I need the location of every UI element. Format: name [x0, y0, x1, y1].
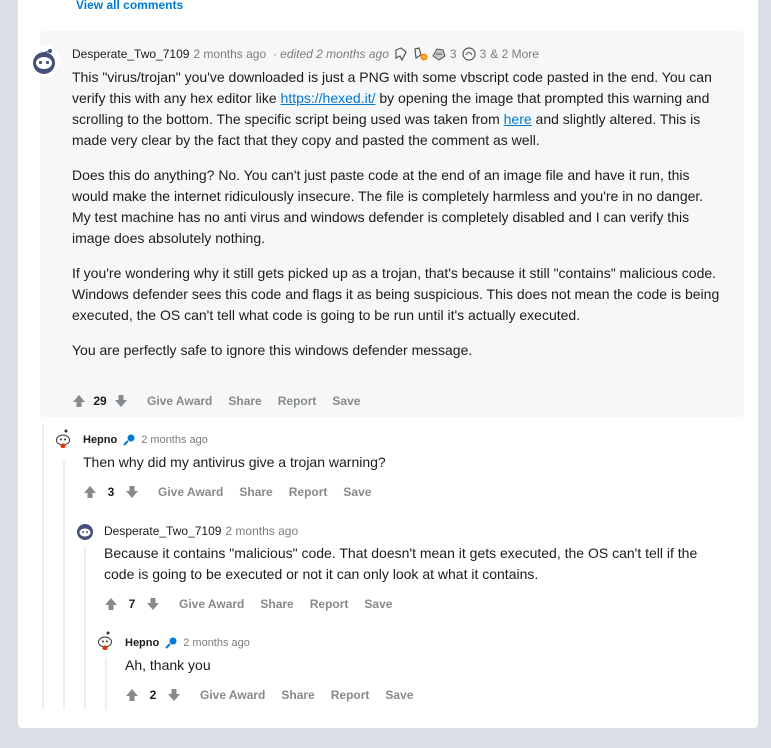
- comment-paragraph: This "virus/trojan" you've downloaded is…: [72, 67, 720, 151]
- vote-score: 3: [107, 485, 115, 499]
- comment-paragraph: Does this do anything? No. You can't jus…: [72, 167, 704, 246]
- share-button[interactable]: Share: [279, 686, 316, 704]
- comment-actions: 2 Give Award Share Report Save: [122, 683, 415, 707]
- share-button[interactable]: Share: [237, 483, 274, 501]
- give-award-button[interactable]: Give Award: [198, 686, 267, 704]
- snoo-avatar-icon: [28, 45, 60, 77]
- report-button[interactable]: Report: [287, 483, 330, 501]
- comment: Desperate_Two_7109 2 months ago · edited…: [72, 46, 720, 361]
- author-link[interactable]: Desperate_Two_7109: [72, 47, 189, 61]
- comment-body: Ah, thank you: [125, 657, 211, 673]
- upvote-arrow-icon: [84, 486, 96, 498]
- comment: Hepno 2 months ago Then why did my antiv…: [83, 432, 723, 473]
- upvote-button[interactable]: [69, 391, 89, 411]
- thread-line[interactable]: [84, 546, 86, 710]
- comment-meta: Hepno 2 months ago: [125, 635, 725, 651]
- comment: Hepno 2 months ago Ah, thank you: [125, 635, 725, 676]
- award-count: 3: [449, 47, 457, 61]
- comment-body: Then why did my antivirus give a trojan …: [83, 454, 386, 470]
- upvote-arrow-icon: [105, 598, 117, 610]
- downvote-button[interactable]: [143, 594, 163, 614]
- upvote-arrow-icon: [126, 689, 138, 701]
- timestamp[interactable]: 2 months ago: [141, 434, 208, 446]
- give-award-button[interactable]: Give Award: [156, 483, 225, 501]
- comment-actions: 7 Give Award Share Report Save: [101, 592, 394, 616]
- avatar[interactable]: [75, 521, 95, 541]
- save-button[interactable]: Save: [362, 595, 394, 613]
- vote-score: 2: [149, 688, 157, 702]
- thread-line[interactable]: [63, 460, 65, 710]
- hexed-link[interactable]: https://hexed.it/: [281, 90, 376, 106]
- comment-actions: 3 Give Award Share Report Save: [80, 480, 373, 504]
- wholesome-award-icon[interactable]: [411, 46, 429, 62]
- downvote-arrow-icon: [147, 598, 159, 610]
- timestamp[interactable]: 2 months ago: [183, 637, 250, 649]
- snoo-avatar-icon: [75, 521, 95, 541]
- author-link[interactable]: Desperate_Two_7109: [104, 524, 221, 538]
- give-award-button[interactable]: Give Award: [145, 392, 214, 410]
- comment-paragraph: If you're wondering why it still gets pi…: [72, 265, 720, 323]
- comment-body: This "virus/trojan" you've downloaded is…: [72, 67, 720, 361]
- op-microphone-icon: [122, 433, 136, 447]
- upvote-button[interactable]: [80, 482, 100, 502]
- report-button[interactable]: Report: [308, 595, 351, 613]
- downvote-arrow-icon: [115, 395, 127, 407]
- view-all-comments-link[interactable]: View all comments: [76, 0, 183, 12]
- avatar[interactable]: [95, 630, 115, 650]
- award-count: 3: [479, 47, 487, 61]
- snoo-avatar-icon: [53, 428, 73, 448]
- give-award-button[interactable]: Give Award: [177, 595, 246, 613]
- vote-score: 7: [128, 597, 136, 611]
- comment-meta: Desperate_Two_7109 2 months ago: [104, 523, 724, 539]
- thread-line[interactable]: [42, 424, 44, 710]
- author-link[interactable]: Hepno: [125, 637, 159, 649]
- edited-timestamp: edited 2 months ago: [280, 47, 389, 61]
- separator: ·: [273, 47, 278, 61]
- comments-card: View all comments Desperate_Two_7109 2 m…: [18, 0, 758, 728]
- save-button[interactable]: Save: [330, 392, 362, 410]
- downvote-arrow-icon: [168, 689, 180, 701]
- save-button[interactable]: Save: [341, 483, 373, 501]
- upvote-button[interactable]: [122, 685, 142, 705]
- silver-award-icon[interactable]: [461, 46, 477, 62]
- more-awards-link[interactable]: & 2 More: [490, 47, 539, 61]
- comment-meta: Hepno 2 months ago: [83, 432, 723, 448]
- share-button[interactable]: Share: [226, 392, 263, 410]
- save-button[interactable]: Save: [383, 686, 415, 704]
- here-link[interactable]: here: [504, 111, 532, 127]
- downvote-arrow-icon: [126, 486, 138, 498]
- helpful-award-icon[interactable]: [431, 46, 447, 62]
- comment-actions: 29 Give Award Share Report Save: [69, 389, 362, 413]
- timestamp[interactable]: 2 months ago: [225, 524, 298, 538]
- report-button[interactable]: Report: [276, 392, 319, 410]
- thread-line[interactable]: [105, 658, 107, 710]
- comment-meta: Desperate_Two_7109 2 months ago · edited…: [72, 46, 720, 62]
- report-button[interactable]: Report: [329, 686, 372, 704]
- avatar[interactable]: [53, 428, 73, 448]
- downvote-button[interactable]: [164, 685, 184, 705]
- downvote-button[interactable]: [122, 482, 142, 502]
- comment: Desperate_Two_7109 2 months ago Because …: [104, 523, 724, 585]
- comment-body: Because it contains "malicious" code. Th…: [104, 545, 698, 582]
- avatar[interactable]: [28, 45, 60, 77]
- upvote-button[interactable]: [101, 594, 121, 614]
- comment-paragraph: You are perfectly safe to ignore this wi…: [72, 342, 473, 358]
- downvote-button[interactable]: [111, 391, 131, 411]
- upvote-arrow-icon: [73, 395, 85, 407]
- vote-score: 29: [93, 394, 107, 408]
- snoo-avatar-icon: [95, 630, 115, 650]
- share-button[interactable]: Share: [258, 595, 295, 613]
- op-microphone-icon: [164, 636, 178, 650]
- ribbon-award-icon[interactable]: [393, 46, 409, 62]
- timestamp[interactable]: 2 months ago: [193, 47, 266, 61]
- author-link[interactable]: Hepno: [83, 434, 117, 446]
